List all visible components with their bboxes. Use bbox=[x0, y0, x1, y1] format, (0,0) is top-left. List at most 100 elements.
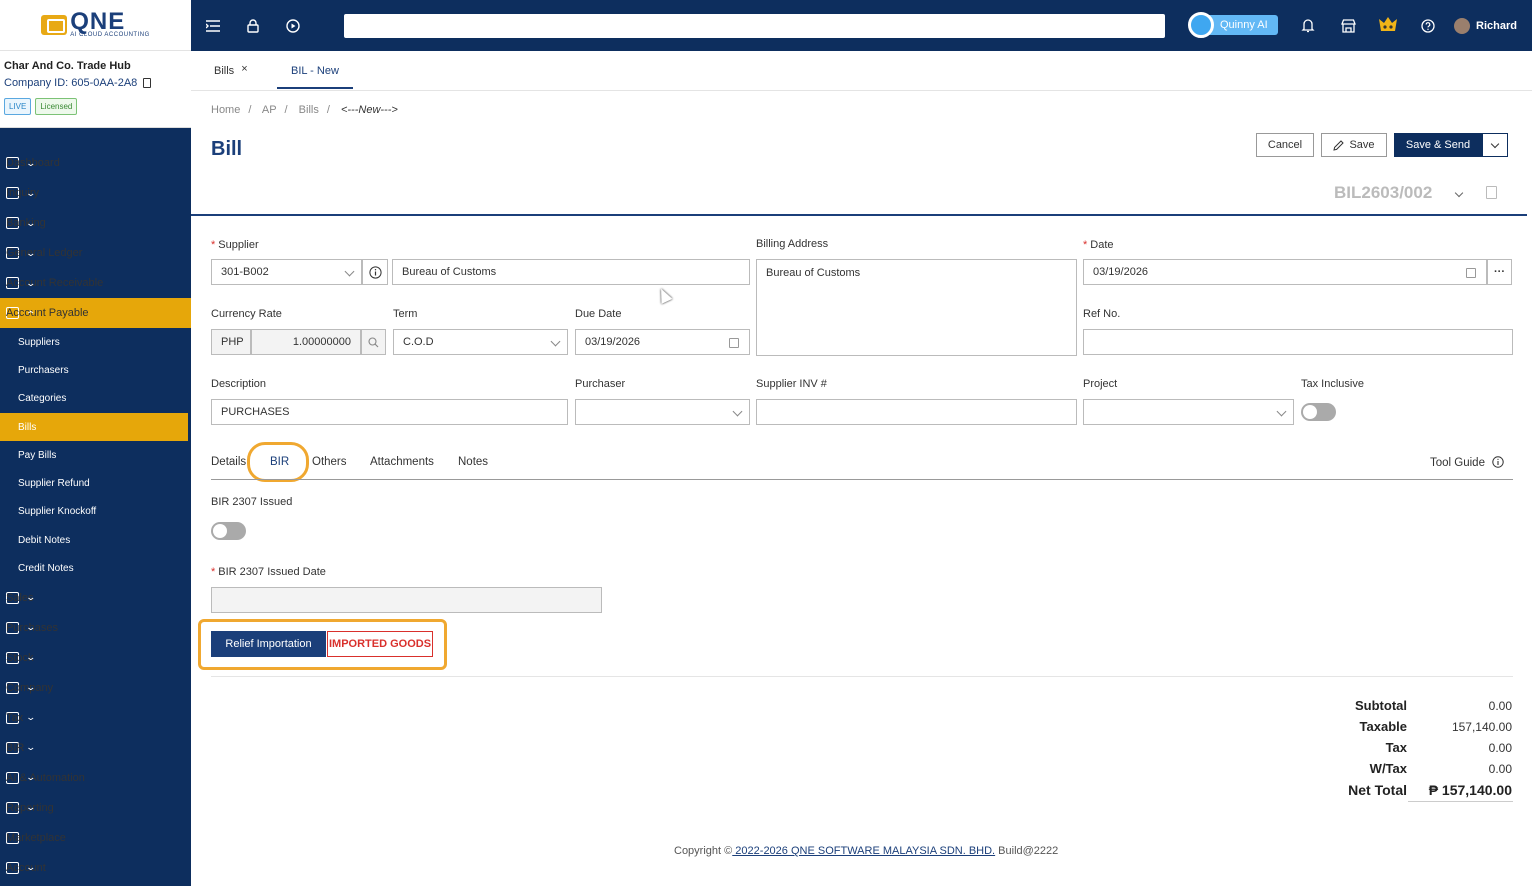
bir-2307-issued-date-field[interactable] bbox=[211, 587, 602, 613]
wtax-value: 0.00 bbox=[1488, 762, 1512, 776]
due-date-field[interactable]: 03/19/2026 bbox=[575, 329, 750, 355]
sidebar-item-general-ledger[interactable]: General Ledger ⌄ bbox=[0, 238, 191, 268]
sidebar-subitem-purchasers[interactable]: Purchasers bbox=[0, 356, 191, 384]
net-total-value: ₱ 157,140.00 bbox=[1428, 782, 1512, 798]
sidebar-subitem-pay-bills[interactable]: Pay Bills bbox=[0, 441, 191, 469]
sidebar-subitem-categories[interactable]: Categories bbox=[0, 385, 191, 413]
sidebar-subitem-supplier-refund[interactable]: Supplier Refund bbox=[0, 469, 191, 497]
sidebar-subitem-supplier-knockoff[interactable]: Supplier Knockoff bbox=[0, 498, 191, 526]
play-icon[interactable] bbox=[284, 17, 302, 35]
info-icon bbox=[368, 265, 382, 279]
tax-inclusive-toggle[interactable] bbox=[1301, 403, 1336, 421]
sidebar-item-bir[interactable]: BIR ⌄ bbox=[0, 733, 191, 763]
breadcrumb-home[interactable]: Home bbox=[211, 104, 240, 116]
tab-bills[interactable]: Bills × bbox=[214, 63, 248, 77]
breadcrumb-separator: / bbox=[284, 104, 288, 116]
supplier-info-button[interactable] bbox=[362, 259, 388, 285]
company-link[interactable]: 2022-2026 QNE SOFTWARE MALAYSIA SDN. BHD… bbox=[732, 845, 995, 857]
sidebar-item-dashboard[interactable]: Dashboard ⌄ bbox=[0, 148, 191, 178]
supplier-select[interactable]: 301-B002 bbox=[211, 259, 362, 285]
wtax-label: W/Tax bbox=[1369, 761, 1407, 776]
company-id: Company ID: 605-0AA-2A8 bbox=[4, 77, 187, 89]
sidebar-item-inquiry[interactable]: Inquiry ⌄ bbox=[0, 178, 191, 208]
more-icon: ··· bbox=[1494, 266, 1505, 278]
date-more-button[interactable]: ··· bbox=[1487, 259, 1512, 285]
billing-address-textarea[interactable]: Bureau of Customs bbox=[756, 259, 1077, 356]
calendar-icon[interactable] bbox=[729, 338, 739, 348]
tab-details[interactable]: Details bbox=[211, 456, 246, 468]
cancel-button[interactable]: Cancel bbox=[1256, 133, 1314, 157]
user-menu[interactable]: Richard bbox=[1454, 17, 1517, 34]
bell-icon[interactable] bbox=[1288, 18, 1328, 33]
store-icon[interactable] bbox=[1328, 18, 1368, 33]
calendar-icon[interactable] bbox=[1466, 268, 1476, 278]
purchaser-label: Purchaser bbox=[575, 378, 626, 390]
tab-attachments[interactable]: Attachments bbox=[370, 456, 434, 468]
tool-guide-link[interactable]: Tool Guide bbox=[1430, 456, 1504, 469]
document-icon[interactable] bbox=[1486, 186, 1497, 199]
sidebar-item-ai-automation[interactable]: AI & Automation ⌄ bbox=[0, 763, 191, 793]
supplier-label-text: Supplier bbox=[218, 239, 259, 251]
sidebar-item-reporting[interactable]: Reporting ⌄ bbox=[0, 793, 191, 823]
due-date-label: Due Date bbox=[575, 308, 622, 320]
bir-2307-issued-toggle[interactable] bbox=[211, 522, 246, 540]
sidebar-item-marketplace[interactable]: Marketplace bbox=[0, 823, 191, 853]
company-info: Char And Co. Trade Hub Company ID: 605-0… bbox=[0, 51, 191, 128]
chevron-up-icon: ⌄ bbox=[25, 308, 37, 319]
sidebar-item-stock[interactable]: Stock ⌄ bbox=[0, 643, 191, 673]
date-field[interactable]: 03/19/2026 bbox=[1083, 259, 1487, 285]
description-field[interactable]: PURCHASES bbox=[211, 399, 568, 425]
sidebar-item-account-payable[interactable]: Account Payable ⌄ bbox=[0, 298, 191, 328]
breadcrumb-bills[interactable]: Bills bbox=[299, 104, 319, 116]
search-input[interactable] bbox=[344, 14, 1165, 38]
save-send-button[interactable]: Save & Send bbox=[1394, 133, 1482, 157]
taxable-value: 157,140.00 bbox=[1451, 720, 1512, 734]
chevron-down-icon: ⌄ bbox=[25, 802, 37, 813]
sidebar-item-banking[interactable]: Banking ⌄ bbox=[0, 208, 191, 238]
purchaser-select[interactable] bbox=[575, 399, 750, 425]
close-icon[interactable]: × bbox=[241, 63, 247, 75]
tab-notes[interactable]: Notes bbox=[458, 456, 488, 468]
breadcrumb-current: <---New---> bbox=[340, 104, 398, 116]
page-title: Bill bbox=[211, 138, 243, 160]
due-date-value: 03/19/2026 bbox=[585, 336, 641, 348]
chevron-down-icon bbox=[550, 336, 561, 347]
sidebar-subitem-credit-notes[interactable]: Credit Notes bbox=[0, 554, 191, 582]
sidebar-nav: Dashboard ⌄ Inquiry ⌄ Banking ⌄ General Led… bbox=[0, 128, 191, 883]
save-button[interactable]: Save bbox=[1321, 133, 1387, 157]
sidebar-item-company[interactable]: Company ⌄ bbox=[0, 673, 191, 703]
term-select[interactable]: C.O.D bbox=[393, 329, 568, 355]
tab-others[interactable]: Others bbox=[312, 456, 347, 468]
description-label: Description bbox=[211, 378, 267, 390]
copyright-text: Copyright © bbox=[674, 845, 733, 857]
chevron-down-icon: ⌄ bbox=[25, 247, 37, 258]
tab-bil-new[interactable]: BIL - New bbox=[277, 65, 353, 89]
breadcrumb-ap[interactable]: AP bbox=[262, 104, 277, 116]
sidebar-item-purchases[interactable]: Purchases ⌄ bbox=[0, 613, 191, 643]
sidebar-item-account[interactable]: Account ⌄ bbox=[0, 853, 191, 883]
supplier-name-field[interactable]: Bureau of Customs bbox=[392, 259, 750, 285]
project-select[interactable] bbox=[1083, 399, 1294, 425]
lock-icon[interactable] bbox=[244, 17, 262, 35]
quinny-ai-button[interactable]: Quinny AI bbox=[1188, 12, 1278, 38]
mascot-icon[interactable] bbox=[1368, 15, 1408, 37]
date-label: * Date bbox=[1083, 239, 1114, 251]
doc-number-dropdown-icon[interactable] bbox=[1454, 188, 1464, 198]
sidebar-item-tax[interactable]: Tax ⌄ bbox=[0, 703, 191, 733]
sidebar-item-account-receivable[interactable]: Account Receivable ⌄ bbox=[0, 268, 191, 298]
sidebar-subitem-suppliers[interactable]: Suppliers bbox=[0, 328, 191, 356]
ref-no-field[interactable] bbox=[1083, 329, 1513, 355]
menu-icon[interactable] bbox=[204, 17, 222, 35]
sidebar-subitem-debit-notes[interactable]: Debit Notes bbox=[0, 526, 191, 554]
supplier-inv-field[interactable] bbox=[756, 399, 1077, 425]
sidebar-item-sales[interactable]: Sales ⌄ bbox=[0, 583, 191, 613]
currency-rate-field[interactable]: 1.00000000 bbox=[251, 329, 361, 355]
rate-search-button[interactable] bbox=[361, 329, 386, 355]
sidebar-subitem-bills[interactable]: Bills bbox=[0, 412, 188, 442]
copy-icon[interactable] bbox=[143, 78, 152, 88]
logo-area[interactable]: QNE AI CLOUD ACCOUNTING bbox=[0, 0, 191, 51]
save-options-dropdown[interactable] bbox=[1482, 133, 1508, 157]
help-icon[interactable] bbox=[1408, 18, 1448, 33]
bir-2307-issued-date-text: BIR 2307 Issued Date bbox=[218, 566, 326, 578]
chevron-down-icon bbox=[1490, 139, 1500, 148]
